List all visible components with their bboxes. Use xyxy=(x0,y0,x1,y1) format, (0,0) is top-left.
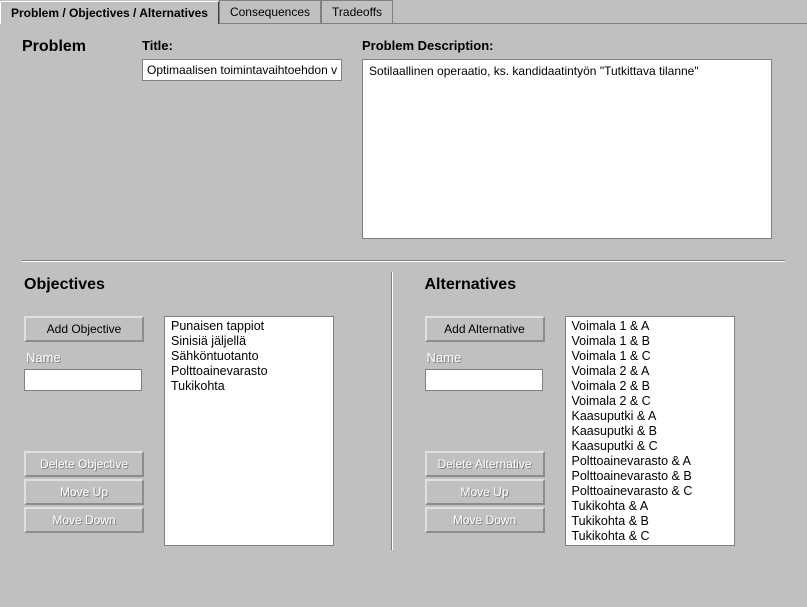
list-item[interactable]: Sähköntuotanto xyxy=(171,349,327,364)
title-input[interactable] xyxy=(142,59,342,81)
alternative-name-label: Name xyxy=(427,350,565,365)
list-item[interactable]: Polttoainevarasto & A xyxy=(572,454,728,469)
list-item[interactable]: Tukikohta & B xyxy=(572,514,728,529)
list-item[interactable]: Voimala 2 & C xyxy=(572,394,728,409)
list-item[interactable]: Voimala 1 & A xyxy=(572,319,728,334)
title-label: Title: xyxy=(142,38,362,53)
divider xyxy=(22,260,785,262)
tab-bar: Problem / Objectives / Alternatives Cons… xyxy=(0,0,807,24)
alternatives-list[interactable]: Voimala 1 & AVoimala 1 & BVoimala 1 & CV… xyxy=(565,316,735,546)
add-alternative-button[interactable]: Add Alternative xyxy=(425,316,545,342)
list-item[interactable]: Polttoainevarasto & C xyxy=(572,484,728,499)
delete-alternative-button[interactable]: Delete Alternative xyxy=(425,451,545,477)
tab-problem-objectives-alternatives[interactable]: Problem / Objectives / Alternatives xyxy=(0,1,219,24)
description-textarea[interactable] xyxy=(362,59,772,239)
alternative-name-input[interactable] xyxy=(425,369,543,391)
move-objective-up-button[interactable]: Move Up xyxy=(24,479,144,505)
add-objective-button[interactable]: Add Objective xyxy=(24,316,144,342)
lower-split: Objectives Add Objective Name Delete Obj… xyxy=(22,272,785,550)
app-window: Problem / Objectives / Alternatives Cons… xyxy=(0,0,807,607)
objective-name-input[interactable] xyxy=(24,369,142,391)
delete-objective-button[interactable]: Delete Objective xyxy=(24,451,144,477)
alternatives-section: Alternatives Add Alternative Name Delete… xyxy=(399,272,786,550)
list-item[interactable]: Voimala 2 & B xyxy=(572,379,728,394)
tab-tradeoffs[interactable]: Tradeoffs xyxy=(321,0,393,23)
objectives-list[interactable]: Punaisen tappiotSinisiä jäljelläSähköntu… xyxy=(164,316,334,546)
problem-section: Problem Title: Problem Description: xyxy=(22,38,785,242)
list-item[interactable]: Voimala 1 & B xyxy=(572,334,728,349)
list-item[interactable]: Polttoainevarasto & B xyxy=(572,469,728,484)
list-item[interactable]: Punaisen tappiot xyxy=(171,319,327,334)
objective-name-label: Name xyxy=(26,350,164,365)
objectives-heading: Objectives xyxy=(24,276,105,293)
vertical-divider xyxy=(391,272,393,550)
move-alternative-down-button[interactable]: Move Down xyxy=(425,507,545,533)
description-label: Problem Description: xyxy=(362,38,785,53)
alternatives-heading: Alternatives xyxy=(425,276,517,293)
tab-consequences[interactable]: Consequences xyxy=(219,0,321,23)
list-item[interactable]: Polttoainevarasto xyxy=(171,364,327,379)
list-item[interactable]: Voimala 2 & A xyxy=(572,364,728,379)
list-item[interactable]: Voimala 1 & C xyxy=(572,349,728,364)
list-item[interactable]: Kaasuputki & A xyxy=(572,409,728,424)
move-objective-down-button[interactable]: Move Down xyxy=(24,507,144,533)
list-item[interactable]: Sinisiä jäljellä xyxy=(171,334,327,349)
list-item[interactable]: Tukikohta & A xyxy=(572,499,728,514)
list-item[interactable]: Kaasuputki & B xyxy=(572,424,728,439)
objectives-section: Objectives Add Objective Name Delete Obj… xyxy=(22,272,385,550)
list-item[interactable]: Tukikohta & C xyxy=(572,529,728,544)
problem-heading: Problem xyxy=(22,38,86,55)
list-item[interactable]: Tukikohta xyxy=(171,379,327,394)
move-alternative-up-button[interactable]: Move Up xyxy=(425,479,545,505)
tab-content: Problem Title: Problem Description: Obje… xyxy=(0,24,807,566)
list-item[interactable]: Kaasuputki & C xyxy=(572,439,728,454)
